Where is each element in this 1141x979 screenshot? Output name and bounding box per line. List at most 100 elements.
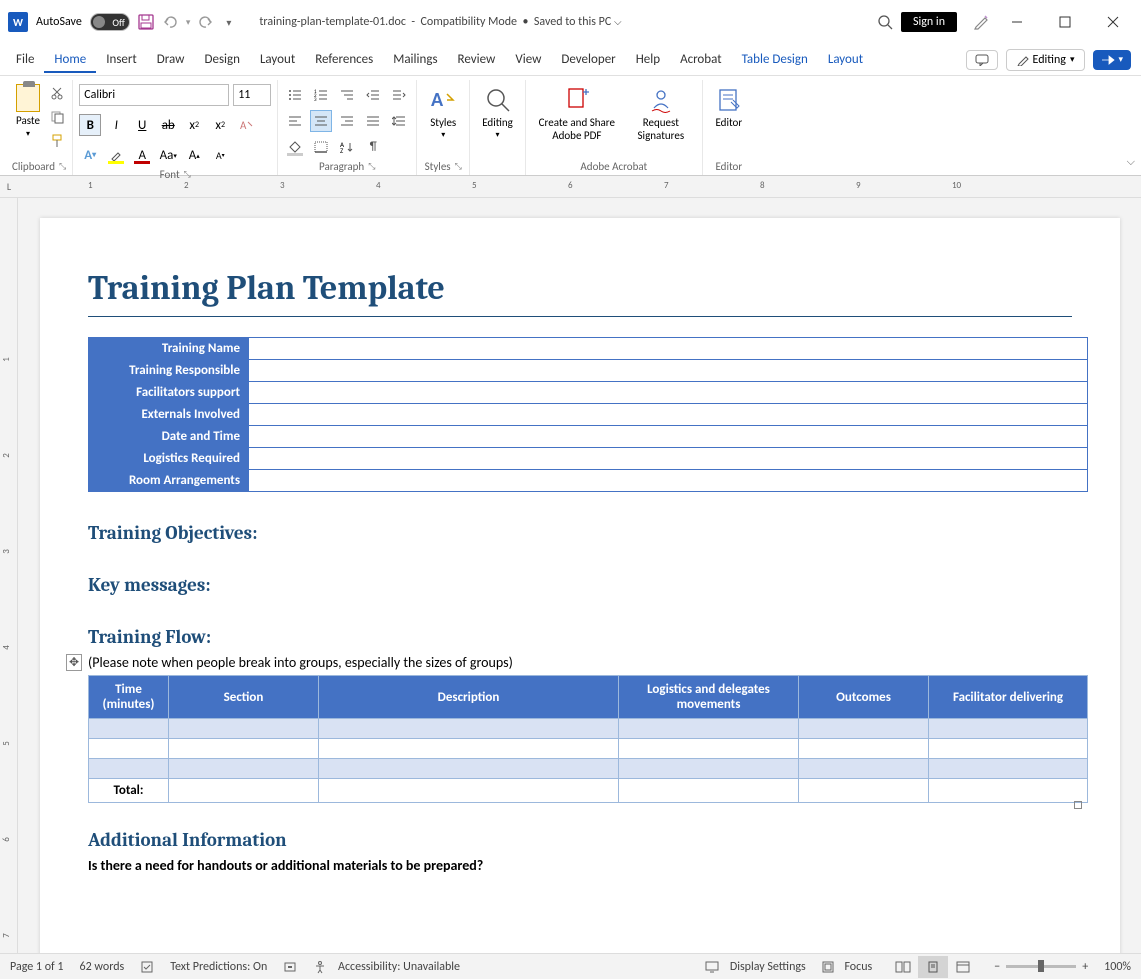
print-layout-button[interactable] [918,956,948,978]
editing-mode-button[interactable]: Editing ▾ [1006,49,1086,71]
zoom-percentage[interactable]: 100% [1104,960,1131,974]
zoom-slider[interactable]: − + [994,960,1088,974]
info-value[interactable] [249,426,1088,448]
decrease-indent-button[interactable] [362,84,384,106]
tab-view[interactable]: View [505,46,551,73]
underline-button[interactable]: U [131,114,153,136]
tab-mailings[interactable]: Mailings [383,46,447,73]
show-marks-button[interactable]: ¶ [362,136,384,158]
read-mode-button[interactable] [888,956,918,978]
info-value[interactable] [249,338,1088,360]
additional-info-heading[interactable]: Additional Information [88,829,1072,851]
tab-design[interactable]: Design [194,46,249,73]
request-signatures-button[interactable]: Request Signatures [626,84,696,144]
tab-acrobat[interactable]: Acrobat [670,46,732,73]
tab-draw[interactable]: Draw [147,46,195,73]
text-effects-button[interactable]: A▾ [79,144,101,166]
font-size-input[interactable] [233,84,271,106]
info-table[interactable]: Training NameTraining ResponsibleFacilit… [88,337,1088,492]
highlight-button[interactable] [105,144,127,166]
editing-button[interactable]: Editing ▾ [476,84,519,143]
tab-table-layout[interactable]: Layout [818,46,873,73]
display-settings[interactable]: Display Settings [705,960,806,974]
zoom-in-icon[interactable]: + [1082,960,1088,974]
paragraph-dialog-launcher-icon[interactable]: ⤡ [368,161,375,172]
subscript-button[interactable]: x2 [183,114,205,136]
maximize-button[interactable] [1045,2,1085,42]
info-label[interactable]: Facilitators support [89,382,249,404]
tab-review[interactable]: Review [448,46,506,73]
clipboard-dialog-launcher-icon[interactable]: ⤡ [59,161,66,172]
additional-question[interactable]: Is there a need for handouts or addition… [88,857,1072,874]
table-resize-handle-icon[interactable] [1074,801,1082,809]
key-messages-heading[interactable]: Key messages: [88,574,1072,596]
document-title[interactable]: Training Plan Template [88,268,1072,317]
multilevel-list-button[interactable] [336,84,358,106]
grow-font-button[interactable]: A▴ [183,144,205,166]
superscript-button[interactable]: x2 [209,114,231,136]
justify-button[interactable] [362,110,384,132]
ruler-vertical[interactable]: 1234567 [0,198,18,973]
info-label[interactable]: Logistics Required [89,448,249,470]
align-left-button[interactable] [284,110,306,132]
cut-icon[interactable] [48,84,66,102]
objectives-heading[interactable]: Training Objectives: [88,522,1072,544]
info-label[interactable]: Room Arrangements [89,470,249,492]
info-label[interactable]: Training Responsible [89,360,249,382]
tab-references[interactable]: References [305,46,383,73]
training-flow-heading[interactable]: Training Flow: [88,626,1072,648]
table-move-handle-icon[interactable]: ✥ [66,654,82,671]
tab-developer[interactable]: Developer [551,46,625,73]
autosave-toggle[interactable]: Off [90,13,130,31]
info-value[interactable] [249,382,1088,404]
macro-status-icon[interactable] [283,960,297,974]
total-cell[interactable]: Total: [89,779,169,803]
zoom-out-icon[interactable]: − [994,960,1000,974]
strikethrough-button[interactable]: ab [157,114,179,136]
word-count[interactable]: 62 words [80,960,125,974]
tab-insert[interactable]: Insert [96,46,147,73]
shrink-font-button[interactable]: A▾ [209,144,231,166]
undo-icon[interactable] [162,14,178,30]
copy-icon[interactable] [48,108,66,126]
collapse-ribbon-icon[interactable]: ⌵ [1127,155,1135,169]
tab-layout[interactable]: Layout [250,46,305,73]
ruler-horizontal[interactable]: 12345678910 [18,176,1141,197]
undo-dropdown-icon[interactable]: ▾ [186,17,191,28]
comments-button[interactable] [966,50,998,70]
clear-formatting-button[interactable]: A [235,114,257,136]
spelling-status-icon[interactable] [140,960,154,974]
tab-table-design[interactable]: Table Design [732,46,818,73]
flow-note[interactable]: (Please note when people break into grou… [88,654,1072,671]
info-value[interactable] [249,448,1088,470]
signin-button[interactable]: Sign in [901,12,957,32]
font-name-input[interactable] [79,84,229,106]
shading-button[interactable] [284,136,306,158]
qat-customize-icon[interactable]: ▾ [226,16,231,29]
info-value[interactable] [249,360,1088,382]
line-spacing-button[interactable] [388,110,410,132]
tab-help[interactable]: Help [626,46,670,73]
page-status[interactable]: Page 1 of 1 [10,960,64,974]
flow-table[interactable]: Time (minutes) Section Description Logis… [88,675,1088,803]
share-button[interactable]: ▾ [1093,50,1131,70]
redo-icon[interactable] [198,14,214,30]
info-value[interactable] [249,404,1088,426]
bold-button[interactable]: B [79,114,101,136]
save-icon[interactable] [138,14,154,30]
styles-dialog-launcher-icon[interactable]: ⤡ [455,161,462,172]
info-label[interactable]: Date and Time [89,426,249,448]
format-painter-icon[interactable] [48,132,66,150]
info-value[interactable] [249,470,1088,492]
create-share-pdf-button[interactable]: Create and Share Adobe PDF [532,84,622,144]
accessibility-status[interactable]: Accessibility: Unavailable [313,960,460,974]
info-label[interactable]: Externals Involved [89,404,249,426]
align-center-button[interactable] [310,110,332,132]
tab-home[interactable]: Home [44,46,96,73]
web-layout-button[interactable] [948,956,978,978]
numbering-button[interactable]: 123 [310,84,332,106]
increase-indent-button[interactable] [388,84,410,106]
tab-selector-icon[interactable]: L [0,176,18,197]
minimize-button[interactable] [997,2,1037,42]
search-icon[interactable] [877,14,893,30]
